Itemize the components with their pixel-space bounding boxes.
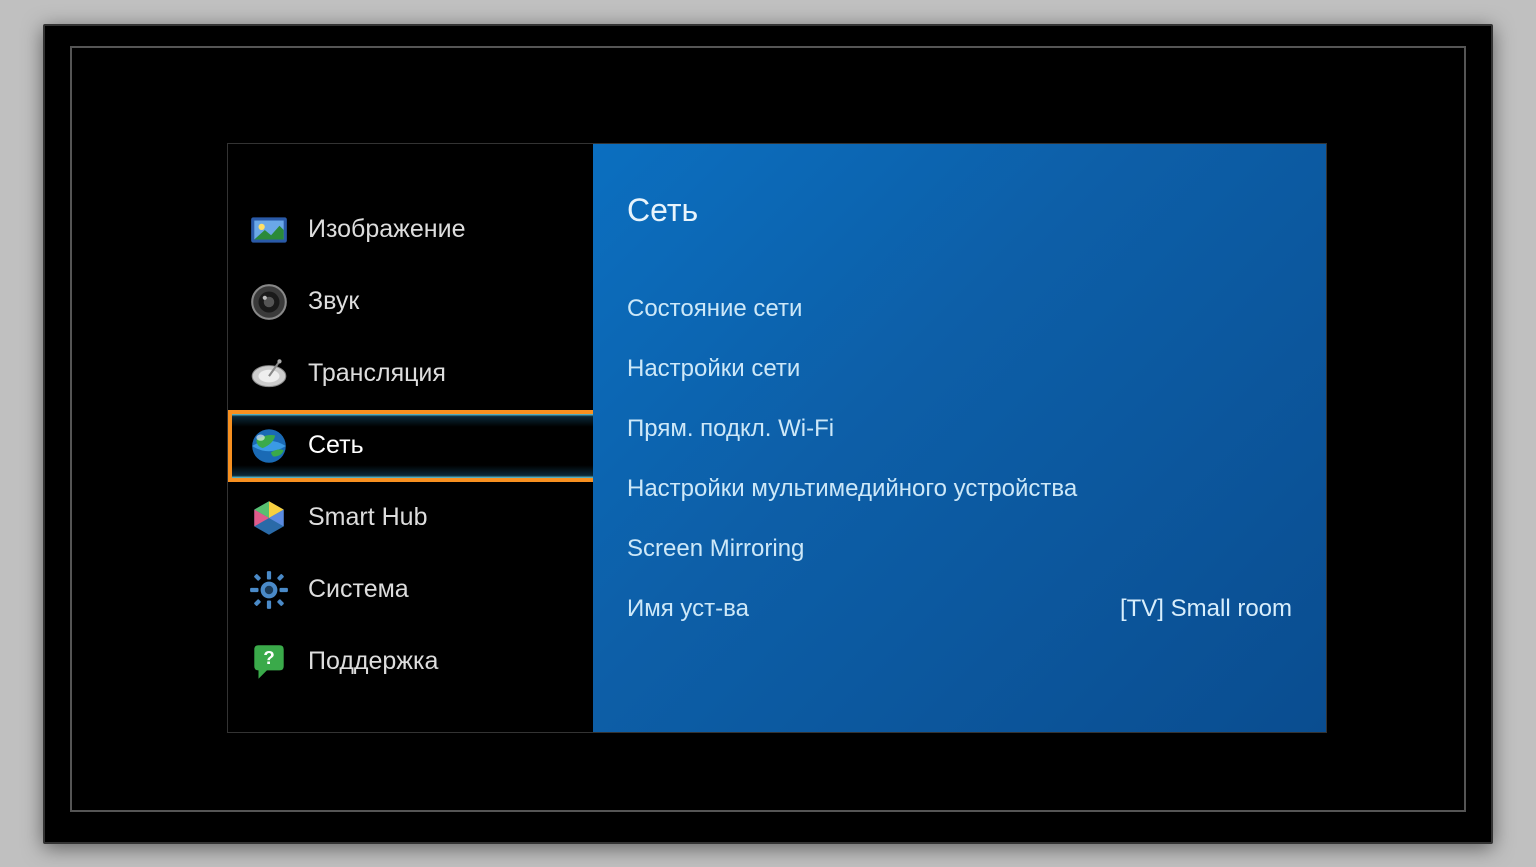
sidebar-item-label: Система (308, 575, 409, 604)
panel-item-label: Настройки сети (627, 355, 800, 383)
sidebar-item-label: Сеть (308, 431, 364, 460)
sidebar-item-picture[interactable]: Изображение (228, 194, 593, 266)
svg-text:?: ? (263, 648, 275, 669)
panel-item-label: Настройки мультимедийного устройства (627, 475, 1077, 503)
sidebar-item-broadcast[interactable]: Трансляция (228, 338, 593, 410)
sidebar-item-label: Звук (308, 287, 359, 316)
panel-item-network-settings[interactable]: Настройки сети (627, 339, 1292, 399)
panel-item-label: Имя уст-ва (627, 595, 749, 623)
panel-item-multimedia-device[interactable]: Настройки мультимедийного устройства (627, 459, 1292, 519)
sound-icon (248, 281, 290, 323)
sidebar-item-network[interactable]: Сеть (228, 410, 597, 482)
panel-title: Сеть (627, 192, 1292, 229)
settings-menu: Изображение Звук (227, 143, 1327, 733)
sidebar-item-label: Smart Hub (308, 503, 427, 532)
panel-item-label: Screen Mirroring (627, 535, 804, 563)
network-icon (248, 425, 290, 467)
sidebar-item-sound[interactable]: Звук (228, 266, 593, 338)
sidebar-item-smarthub[interactable]: Smart Hub (228, 482, 593, 554)
sidebar-item-system[interactable]: Система (228, 554, 593, 626)
smarthub-icon (248, 497, 290, 539)
panel-item-value: [TV] Small room (1120, 595, 1292, 623)
broadcast-icon (248, 353, 290, 395)
sidebar-item-label: Трансляция (308, 359, 446, 388)
panel-item-device-name[interactable]: Имя уст-ва [TV] Small room (627, 579, 1292, 639)
sidebar-item-label: Поддержка (308, 647, 438, 676)
panel-item-wifi-direct[interactable]: Прям. подкл. Wi-Fi (627, 399, 1292, 459)
panel-item-screen-mirroring[interactable]: Screen Mirroring (627, 519, 1292, 579)
system-icon (248, 569, 290, 611)
sidebar-item-support[interactable]: ? Поддержка (228, 626, 593, 698)
settings-sidebar: Изображение Звук (228, 144, 593, 732)
settings-panel: Сеть Состояние сети Настройки сети Прям.… (593, 144, 1326, 732)
sidebar-item-label: Изображение (308, 215, 465, 244)
support-icon: ? (248, 641, 290, 683)
panel-item-network-status[interactable]: Состояние сети (627, 279, 1292, 339)
tv-screen: Изображение Звук (70, 46, 1466, 812)
panel-item-label: Состояние сети (627, 295, 802, 323)
panel-item-label: Прям. подкл. Wi-Fi (627, 415, 834, 443)
tv-frame: Изображение Звук (43, 24, 1493, 844)
picture-icon (248, 209, 290, 251)
